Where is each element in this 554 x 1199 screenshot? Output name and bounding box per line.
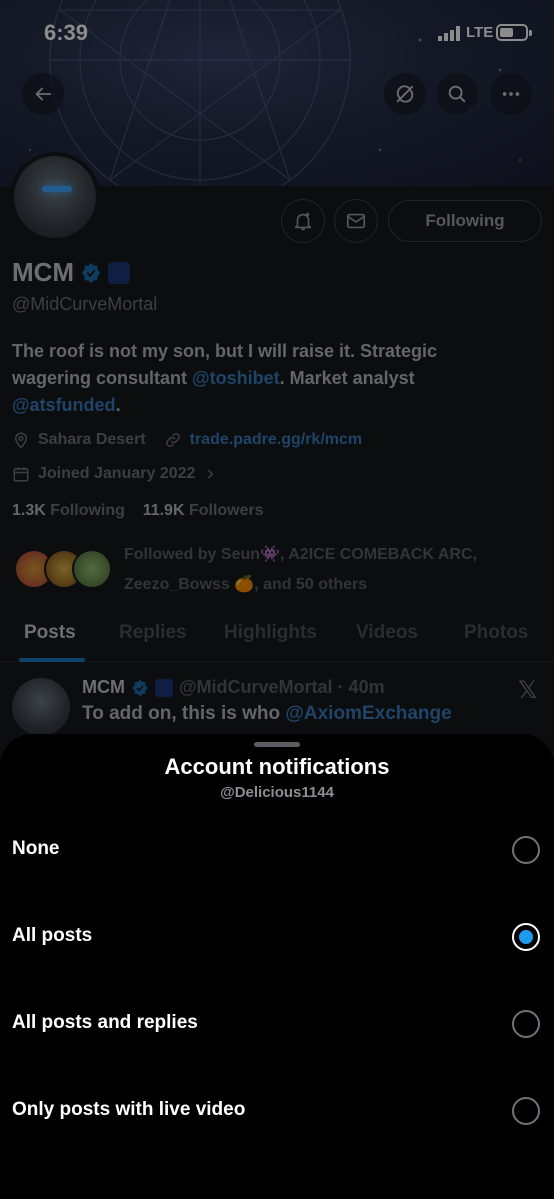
radio-button-selected[interactable]	[512, 923, 540, 951]
option-none[interactable]: None	[0, 818, 554, 882]
option-label: All posts	[12, 925, 93, 946]
option-label: Only posts with live video	[12, 1099, 246, 1120]
sheet-grabber[interactable]	[254, 742, 300, 747]
option-live-video-only[interactable]: Only posts with live video	[0, 1079, 554, 1143]
sheet-title: Account notifications	[164, 754, 390, 779]
option-all-posts-and-replies[interactable]: All posts and replies	[0, 992, 554, 1056]
option-label: None	[12, 838, 60, 859]
radio-button[interactable]	[512, 836, 540, 864]
account-notifications-sheet: Account notifications @Delicious1144 Non…	[0, 734, 554, 1199]
option-all-posts[interactable]: All posts	[0, 905, 554, 969]
sheet-subtitle: @Delicious1144	[220, 784, 334, 801]
radio-button[interactable]	[512, 1097, 540, 1125]
radio-button[interactable]	[512, 1010, 540, 1038]
option-label: All posts and replies	[12, 1012, 198, 1033]
